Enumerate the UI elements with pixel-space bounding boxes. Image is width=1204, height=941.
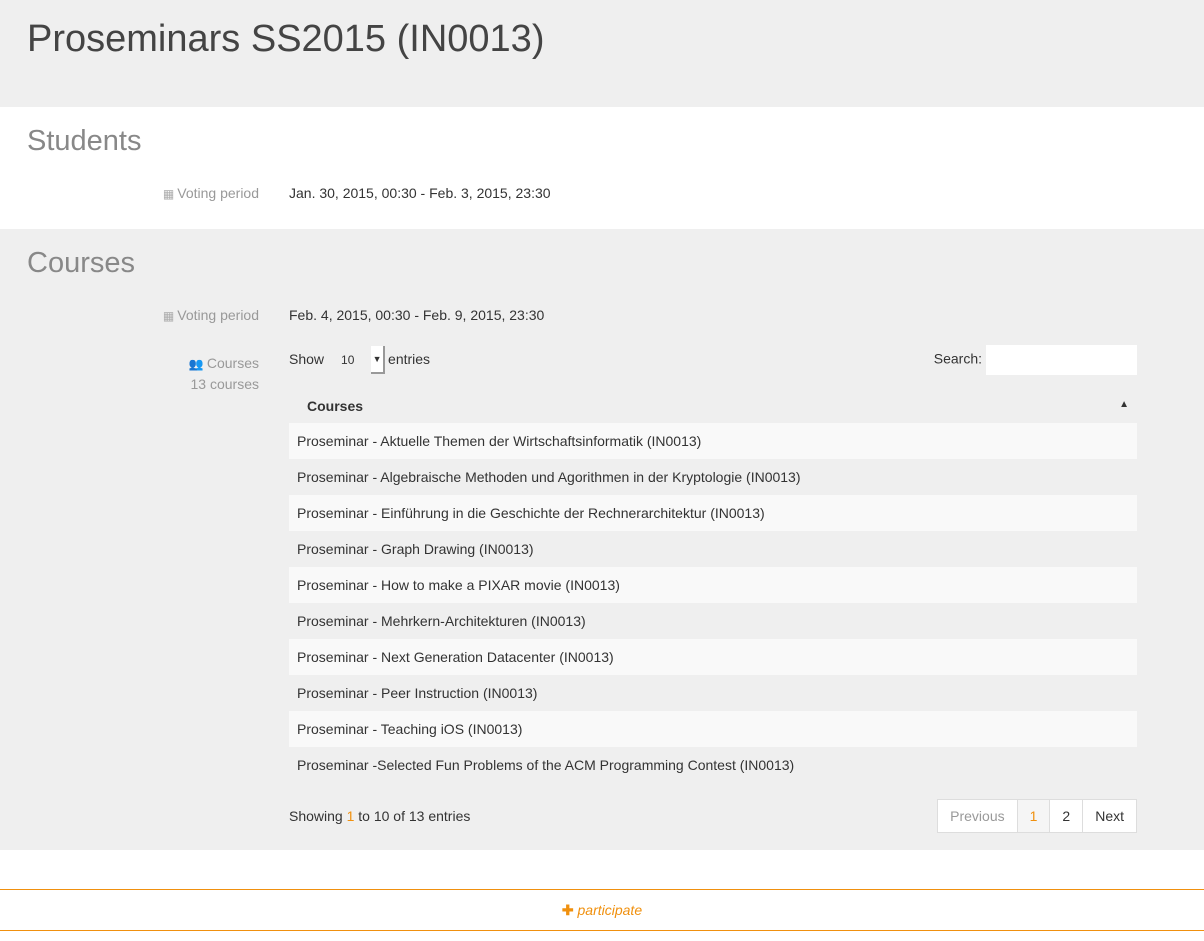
users-icon: 👥 bbox=[188, 357, 204, 371]
page-1-button[interactable]: 1 bbox=[1016, 799, 1051, 833]
pagination: Previous 1 2 Next bbox=[937, 799, 1137, 833]
voting-period-value: Jan. 30, 2015, 00:30 - Feb. 3, 2015, 23:… bbox=[289, 185, 551, 201]
courses-table: Courses ▲ Proseminar - Aktuelle Themen de… bbox=[289, 389, 1137, 783]
course-name[interactable]: Proseminar - Einführung in die Geschicht… bbox=[289, 495, 1137, 531]
show-label: Show bbox=[289, 351, 325, 367]
course-name[interactable]: Proseminar - Graph Drawing (IN0013) bbox=[289, 531, 1137, 567]
table-row: Proseminar - Graph Drawing (IN0013) bbox=[289, 531, 1137, 567]
course-name[interactable]: Proseminar - Next Generation Datacenter … bbox=[289, 639, 1137, 675]
table-row: Proseminar -Selected Fun Problems of the… bbox=[289, 747, 1137, 783]
next-button[interactable]: Next bbox=[1082, 799, 1137, 833]
courses-title: Courses bbox=[27, 247, 135, 279]
table-row: Proseminar - Teaching iOS (IN0013) bbox=[289, 711, 1137, 747]
voting-period-value: Feb. 4, 2015, 00:30 - Feb. 9, 2015, 23:3… bbox=[289, 307, 545, 323]
course-name[interactable]: Proseminar - Algebraische Methoden und A… bbox=[289, 459, 1137, 495]
page-size-select[interactable]: 10 ▼ bbox=[327, 346, 386, 374]
table-row: Proseminar - Peer Instruction (IN0013) bbox=[289, 675, 1137, 711]
course-name[interactable]: Proseminar - Aktuelle Themen der Wirtsch… bbox=[289, 423, 1137, 459]
table-row: Proseminar - Aktuelle Themen der Wirtsch… bbox=[289, 423, 1137, 459]
course-name[interactable]: Proseminar - Mehrkern-Architekturen (IN0… bbox=[289, 603, 1137, 639]
table-row: Proseminar - Mehrkern-Architekturen (IN0… bbox=[289, 603, 1137, 639]
students-section: Students ▦ Voting period Jan. 30, 2015, 0… bbox=[0, 107, 1204, 229]
search-label: Search: bbox=[933, 350, 982, 367]
courses-section: Courses ▦ Voting period Feb. 4, 2015, 00:… bbox=[0, 229, 1204, 850]
students-title: Students bbox=[27, 125, 142, 157]
page-title: Proseminars SS2015 (IN0013) bbox=[27, 18, 545, 60]
voting-period-label: Voting period bbox=[177, 307, 259, 323]
courses-label: Courses bbox=[206, 355, 259, 371]
table-info: Showing 1 to 10 of 13 entries bbox=[289, 808, 471, 824]
course-name[interactable]: Proseminar - Peer Instruction (IN0013) bbox=[289, 675, 1137, 711]
column-header-courses[interactable]: Courses ▲ bbox=[289, 389, 1137, 423]
course-name[interactable]: Proseminar -Selected Fun Problems of the… bbox=[289, 747, 1137, 783]
sort-asc-icon: ▲ bbox=[1119, 399, 1129, 410]
calendar-icon: ▦ bbox=[162, 309, 175, 323]
table-row: Proseminar - Next Generation Datacenter … bbox=[289, 639, 1137, 675]
table-row: Proseminar - How to make a PIXAR movie (… bbox=[289, 567, 1137, 603]
table-row: Proseminar - Algebraische Methoden und A… bbox=[289, 459, 1137, 495]
course-name[interactable]: Proseminar - Teaching iOS (IN0013) bbox=[289, 711, 1137, 747]
participate-button[interactable]: ✚ participate bbox=[0, 889, 1204, 931]
page-header: Proseminars SS2015 (IN0013) bbox=[0, 0, 1204, 107]
voting-period-label: Voting period bbox=[177, 185, 259, 201]
previous-button[interactable]: Previous bbox=[937, 799, 1018, 833]
page-2-button[interactable]: 2 bbox=[1049, 799, 1084, 833]
chevron-down-icon: ▼ bbox=[371, 346, 386, 374]
courses-count: 13 courses bbox=[190, 376, 259, 392]
search-input[interactable] bbox=[986, 345, 1137, 375]
course-name[interactable]: Proseminar - How to make a PIXAR movie (… bbox=[289, 567, 1137, 603]
plus-icon: ✚ bbox=[561, 902, 574, 918]
table-row: Proseminar - Einführung in die Geschicht… bbox=[289, 495, 1137, 531]
calendar-icon: ▦ bbox=[162, 187, 175, 201]
entries-label: entries bbox=[388, 351, 431, 367]
